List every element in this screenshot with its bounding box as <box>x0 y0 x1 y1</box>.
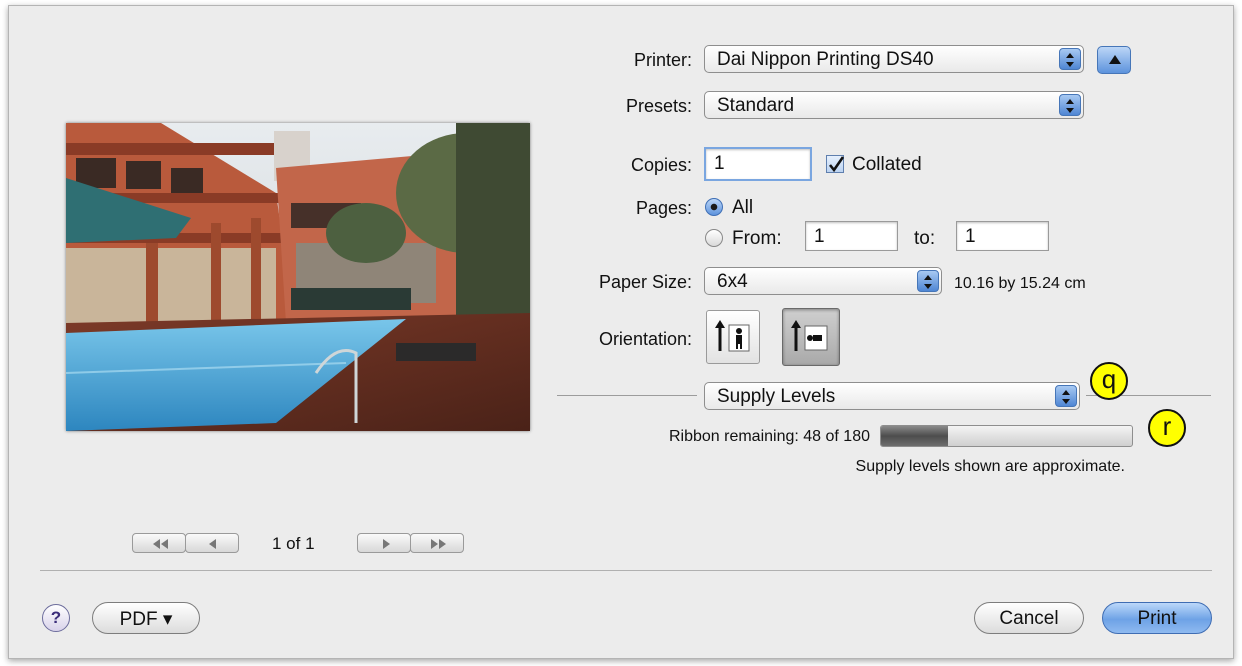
section-divider <box>557 395 697 396</box>
pages-to-label: to: <box>914 228 936 249</box>
popup-arrows-icon <box>917 270 939 292</box>
next-icon <box>383 539 390 549</box>
copies-label: Copies: <box>630 155 692 175</box>
ribbon-level-bar <box>880 425 1133 447</box>
pages-all-radio[interactable] <box>705 198 723 216</box>
paper-size-select-value: 6x4 <box>717 271 748 292</box>
callout-q: q <box>1090 362 1128 400</box>
popup-arrows-icon <box>1059 48 1081 70</box>
orientation-portrait-button[interactable] <box>706 310 760 364</box>
collated-checkbox[interactable] <box>826 155 845 173</box>
copies-input[interactable]: 1 <box>704 147 812 181</box>
paper-size-dimensions: 10.16 by 15.24 cm <box>954 275 1086 292</box>
printer-select[interactable]: Dai Nippon Printing DS40 <box>704 45 1084 73</box>
previous-page-button[interactable] <box>185 533 239 553</box>
ribbon-remaining-label: Ribbon remaining: 48 of 180 <box>668 428 870 445</box>
pdf-menu-button[interactable]: PDF ▾ <box>92 602 200 634</box>
printer-label: Printer: <box>633 50 692 70</box>
presets-select-value: Standard <box>717 95 795 116</box>
fast-forward-icon <box>431 539 446 549</box>
last-page-button[interactable] <box>410 533 464 553</box>
paper-size-label: Paper Size: <box>598 272 692 292</box>
landscape-orientation-icon <box>791 320 828 351</box>
print-button[interactable]: Print <box>1102 602 1212 634</box>
next-page-button[interactable] <box>357 533 411 553</box>
orientation-landscape-button[interactable] <box>782 308 840 366</box>
pages-label: Pages: <box>635 198 692 218</box>
collapse-details-button[interactable] <box>1097 46 1131 74</box>
pages-from-radio[interactable] <box>705 229 723 247</box>
cancel-button[interactable]: Cancel <box>974 602 1084 634</box>
rewind-icon <box>153 539 168 549</box>
supply-note: Supply levels shown are approximate. <box>855 458 1125 475</box>
collated-label: Collated <box>852 154 922 175</box>
popup-arrows-icon <box>1059 94 1081 116</box>
callout-r: r <box>1148 409 1186 447</box>
pages-all-label: All <box>732 197 754 218</box>
help-button[interactable]: ? <box>42 604 70 632</box>
ribbon-level-fill <box>881 426 948 446</box>
popup-arrows-icon <box>1055 385 1077 407</box>
paper-size-select[interactable]: 6x4 <box>704 267 942 295</box>
footer-divider <box>40 570 1212 571</box>
presets-select[interactable]: Standard <box>704 91 1084 119</box>
printer-select-value: Dai Nippon Printing DS40 <box>717 49 934 70</box>
first-page-button[interactable] <box>132 533 186 553</box>
orientation-label: Orientation: <box>598 329 692 349</box>
pages-to-input[interactable]: 1 <box>956 221 1049 251</box>
panel-select-value: Supply Levels <box>717 386 836 407</box>
pages-from-label: From: <box>732 228 782 249</box>
presets-label: Presets: <box>625 96 692 116</box>
pages-from-input[interactable]: 1 <box>805 221 898 251</box>
triangle-up-icon <box>1109 55 1121 64</box>
checkmark-icon <box>828 156 845 173</box>
previous-icon <box>209 539 216 549</box>
page-indicator: 1 of 1 <box>272 534 315 553</box>
panel-select[interactable]: Supply Levels <box>704 382 1080 410</box>
print-preview-image <box>66 123 530 431</box>
portrait-orientation-icon <box>715 320 750 352</box>
